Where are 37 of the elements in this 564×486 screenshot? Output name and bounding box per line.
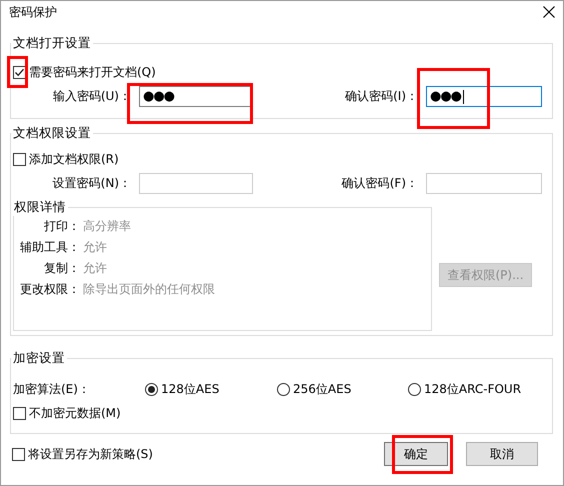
radio-button[interactable] bbox=[277, 382, 290, 396]
permission-value: 高分辨率 bbox=[82, 218, 132, 235]
field-label: 输入密码(U)： bbox=[52, 88, 132, 105]
checkbox-label: 不加密元数据(M) bbox=[29, 405, 121, 422]
permission-label: 更改权限： bbox=[19, 281, 80, 298]
checkbox-label: 添加文档权限(R) bbox=[29, 151, 119, 168]
password-field[interactable]: ●●● bbox=[426, 86, 542, 107]
password-field[interactable]: ●●● bbox=[139, 86, 253, 107]
group-title: 文档权限设置 bbox=[12, 125, 92, 142]
group-title: 权限详情 bbox=[13, 199, 67, 216]
permission-value: 除导出页面外的任何权限 bbox=[82, 281, 216, 298]
group-title: 加密设置 bbox=[12, 350, 66, 367]
checkbox[interactable] bbox=[13, 153, 26, 166]
field-label: 加密算法(E)： bbox=[13, 380, 91, 398]
permission-label: 打印： bbox=[43, 218, 80, 235]
radio-button[interactable] bbox=[145, 382, 158, 396]
close-icon[interactable] bbox=[543, 6, 555, 18]
permission-value: 允许 bbox=[82, 239, 108, 256]
window-title: 密码保护 bbox=[9, 4, 57, 20]
checkbox[interactable] bbox=[13, 66, 26, 79]
permission-label: 辅助工具： bbox=[19, 239, 80, 256]
dialog-button[interactable]: 取消 bbox=[466, 442, 538, 466]
permission-value: 允许 bbox=[82, 260, 108, 277]
field-label: 确认密码(F)： bbox=[340, 175, 419, 192]
checkbox[interactable] bbox=[12, 448, 25, 460]
radio-button[interactable] bbox=[408, 382, 421, 396]
field-label: 确认密码(I)： bbox=[344, 88, 419, 105]
radio-label: 128位AES bbox=[161, 380, 220, 398]
checkbox-label: 需要密码来打开文档(Q) bbox=[29, 64, 156, 81]
checkbox[interactable] bbox=[13, 407, 26, 420]
checkbox-label: 将设置另存为新策略(S) bbox=[28, 446, 153, 462]
dialog-button[interactable]: 确定 bbox=[384, 442, 448, 466]
permission-label: 复制： bbox=[43, 260, 80, 277]
field-label: 设置密码(N)： bbox=[52, 175, 132, 192]
radio-label: 128位ARC-FOUR bbox=[424, 380, 522, 398]
radio-label: 256位AES bbox=[293, 380, 352, 398]
group-title: 文档打开设置 bbox=[12, 35, 92, 52]
